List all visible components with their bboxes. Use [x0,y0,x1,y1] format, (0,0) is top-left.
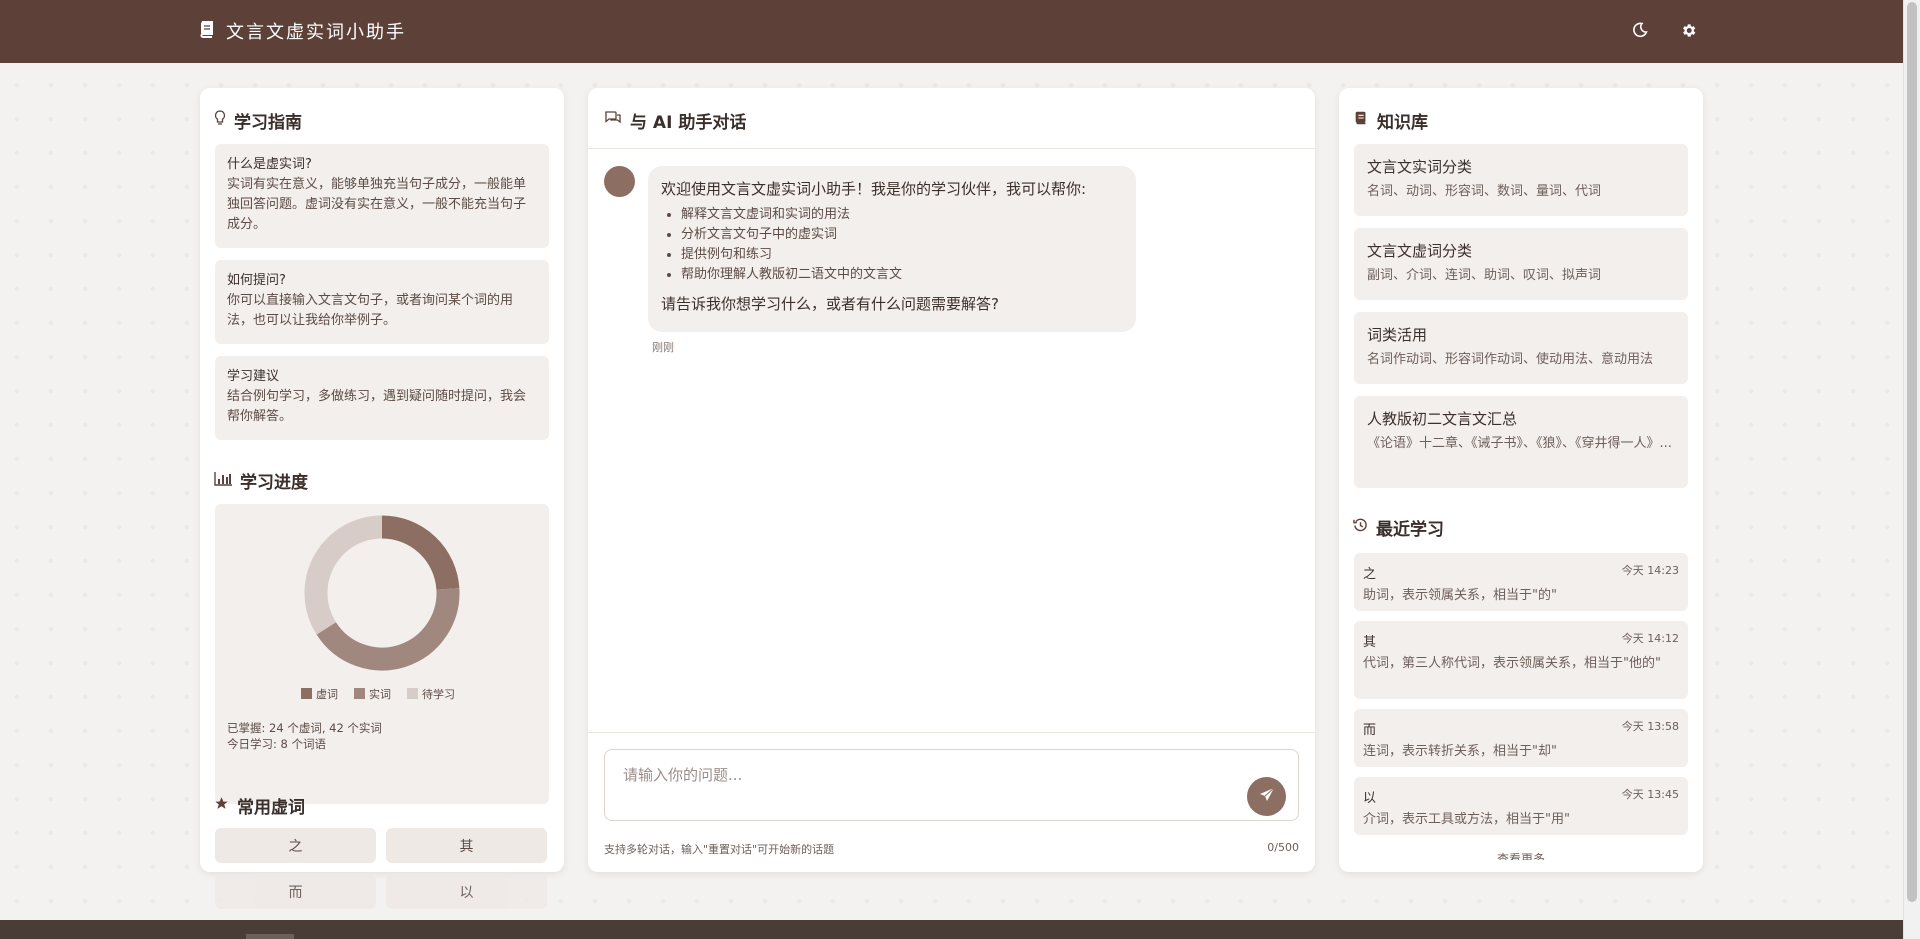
bar-chart-icon [214,471,232,491]
divider [588,148,1315,149]
recent-time: 今天 14:12 [1621,632,1679,645]
knowledge-item-title: 人教版初二文言文汇总 [1367,410,1518,428]
word-button-er-overflow[interactable]: 而 [215,874,376,909]
message-bullets: 解释文言文虚词和实词的用法 分析文言文句子中的虚实词 提供例句和练习 帮助你理解… [661,205,1123,285]
today-count: 今日学习: 8 个词语 [227,737,327,751]
guide-question: 什么是虚实词? [227,157,312,172]
recent-item[interactable]: 其 今天 14:12 代词，第三人称代词，表示领属关系，相当于"他的" [1354,621,1688,699]
recent-item[interactable]: 之 今天 14:23 助词，表示领属关系，相当于"的" [1354,553,1688,611]
common-words-heading: 常用虚词 [214,793,305,818]
donut-slice-待学习[interactable] [304,515,383,635]
assistant-message: 欢迎使用文言文虚实词小助手！我是你的学习伙伴，我可以帮你: 解释文言文虚词和实词… [648,166,1136,332]
knowledge-item[interactable]: 人教版初二文言文汇总 《论语》十二章、《诫子书》、《狼》、《穿井得一人》... [1354,396,1688,488]
knowledge-item-desc: 名词、动词、形容词、数词、量词、代词 [1367,184,1602,199]
legend-item[interactable]: 虚词 [301,686,338,702]
chat-panel: 与 AI 助手对话 欢迎使用文言文虚实词小助手！我是你的学习伙伴，我可以帮你: … [588,88,1315,872]
knowledge-item-title: 词类活用 [1367,326,1428,344]
knowledge-item-desc: 名词作动词、形容词作动词、使动用法、意动用法 [1367,352,1654,367]
progress-heading: 学习进度 [214,468,308,493]
guide-item-how-to-ask: 如何提问? 你可以直接输入文言文句子，或者询问某个词的用法，也可以让我给你举例子… [215,260,549,344]
chart-legend: 虚词 实词 待学习 [301,686,455,702]
send-button[interactable] [1247,777,1286,816]
knowledge-item[interactable]: 文言文实词分类 名词、动词、形容词、数词、量词、代词 [1354,144,1688,216]
recent-item[interactable]: 而 今天 13:58 连词，表示转折关系，相当于"却" [1354,709,1688,767]
list-item: 分析文言文句子中的虚实词 [681,225,1123,245]
right-sidebar: 知识库 文言文实词分类 名词、动词、形容词、数词、量词、代词 文言文虚词分类 副… [1339,88,1703,872]
recent-time: 今天 13:58 [1621,720,1679,733]
chat-hint: 支持多轮对话，输入"重置对话"可开始新的话题 [604,843,835,856]
donut-slice-虚词[interactable] [381,515,460,591]
char-counter: 0/500 [1267,841,1299,854]
recent-desc: 介词，表示工具或方法，相当于"用" [1363,812,1570,827]
guide-answer: 结合例句学习，多做练习，遇到疑问随时提问，我会帮你解答。 [227,389,527,424]
scrollbar-thumb[interactable] [1907,2,1917,902]
guide-item-what-is: 什么是虚实词? 实词有实在意义，能够单独充当句子成分，一般能单独回答问题。虚词没… [215,144,549,248]
message-timestamp: 刚刚 [652,341,674,354]
view-more-link[interactable]: 查看更多 [1339,850,1703,860]
list-item: 帮助你理解人教版初二语文中的文言文 [681,265,1123,285]
chat-input-container [604,749,1299,821]
guide-question: 学习建议 [227,369,280,384]
star-icon [214,796,229,816]
progress-donut-chart [304,515,460,671]
app-brand[interactable]: 文言文虚实词小助手 [198,18,406,44]
recent-time: 今天 14:23 [1621,564,1679,577]
recent-desc: 连词，表示转折关系，相当于"却" [1363,744,1557,759]
progress-panel: 虚词 实词 待学习 已掌握: 24 个虚词, 42 个实词 今日学习: 8 个词… [215,504,549,804]
left-sidebar: 学习指南 什么是虚实词? 实词有实在意义，能够单独充当句子成分，一般能单独回答问… [200,88,564,872]
message-outro: 请告诉我你想学习什么，或者有什么问题需要解答? [661,295,999,313]
word-button-yi-overflow[interactable]: 以 [386,874,547,909]
knowledge-item[interactable]: 词类活用 名词作动词、形容词作动词、使动用法、意动用法 [1354,312,1688,384]
recent-desc: 助词，表示领属关系，相当于"的" [1363,588,1557,603]
footer-mark [246,934,294,939]
chat-bubbles-icon [604,110,622,131]
app-title: 文言文虚实词小助手 [226,22,406,43]
gear-icon[interactable] [1678,20,1698,40]
recent-heading: 最近学习 [1353,515,1444,540]
guide-item-suggestion: 学习建议 结合例句学习，多做练习，遇到疑问随时提问，我会帮你解答。 [215,356,549,440]
list-item: 解释文言文虚词和实词的用法 [681,205,1123,225]
divider [588,732,1315,733]
recent-time: 今天 13:45 [1621,788,1679,801]
mastered-count: 已掌握: 24 个虚词, 42 个实词 [227,721,382,735]
message-intro: 欢迎使用文言文虚实词小助手！我是你的学习伙伴，我可以帮你: [661,180,1087,198]
recent-desc: 代词，第三人称代词，表示领属关系，相当于"他的" [1363,656,1661,671]
paper-plane-icon [1259,787,1275,807]
chat-input[interactable] [621,762,1225,806]
moon-icon[interactable] [1630,20,1650,40]
knowledge-item[interactable]: 文言文虚词分类 副词、介词、连词、助词、叹词、拟声词 [1354,228,1688,300]
top-navbar: 文言文虚实词小助手 [0,0,1904,63]
book-icon [1353,110,1369,131]
assistant-avatar [604,166,635,197]
guide-question: 如何提问? [227,273,286,288]
progress-stats: 已掌握: 24 个虚词, 42 个实词 今日学习: 8 个词语 [227,720,382,752]
knowledge-heading: 知识库 [1353,108,1428,133]
knowledge-item-title: 文言文实词分类 [1367,158,1473,176]
footer-bar [0,920,1904,939]
recent-item[interactable]: 以 今天 13:45 介词，表示工具或方法，相当于"用" [1354,777,1688,835]
chat-heading: 与 AI 助手对话 [604,108,746,133]
knowledge-item-desc: 《论语》十二章、《诫子书》、《狼》、《穿井得一人》... [1367,436,1672,451]
knowledge-item-title: 文言文虚词分类 [1367,242,1473,260]
legend-item[interactable]: 实词 [354,686,391,702]
knowledge-item-desc: 副词、介词、连词、助词、叹词、拟声词 [1367,268,1602,283]
word-button-zhi[interactable]: 之 [215,828,376,863]
guide-answer: 实词有实在意义，能够单独充当句子成分，一般能单独回答问题。虚词没有实在意义，一般… [227,177,527,232]
list-item: 提供例句和练习 [681,245,1123,265]
history-icon [1353,518,1368,538]
word-button-qi[interactable]: 其 [386,828,547,863]
lightbulb-icon [214,110,226,131]
page-scrollbar[interactable] [1903,0,1920,939]
guide-heading: 学习指南 [214,108,302,133]
legend-item[interactable]: 待学习 [407,686,455,702]
guide-answer: 你可以直接输入文言文句子，或者询问某个词的用法，也可以让我给你举例子。 [227,293,514,328]
donut-slice-实词[interactable] [316,588,460,671]
book-icon [198,20,216,43]
